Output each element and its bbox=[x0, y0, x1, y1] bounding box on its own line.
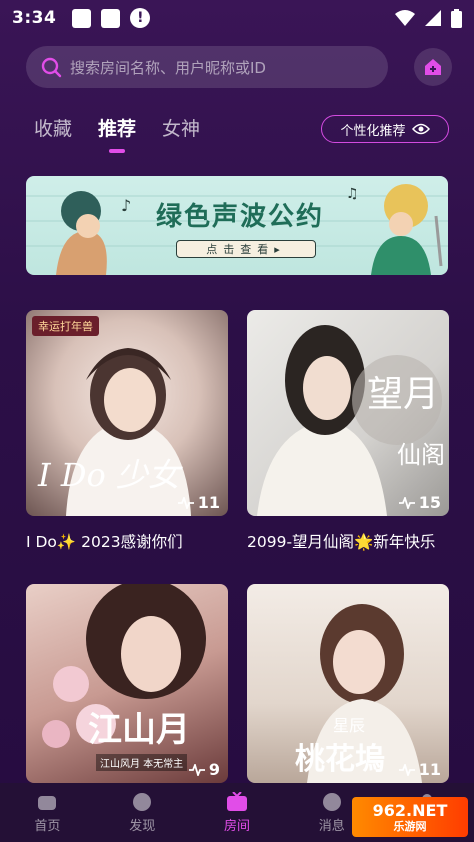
tv-icon bbox=[226, 791, 247, 811]
create-room-button[interactable] bbox=[414, 48, 452, 86]
listener-count: 11 bbox=[398, 760, 441, 779]
discover-icon bbox=[133, 792, 152, 811]
cover-overlay-subtext: 江山风月 本无常主 bbox=[96, 754, 188, 771]
audio-wave-icon bbox=[177, 496, 194, 509]
alert-icon: ! bbox=[130, 8, 151, 28]
listener-count: 11 bbox=[177, 493, 220, 512]
search-row: 搜索房间名称、用户昵称或ID bbox=[26, 46, 452, 88]
status-time: 3:34 bbox=[12, 8, 57, 28]
status-bar: 3:34 ! bbox=[0, 0, 474, 36]
personalized-recommend-button[interactable]: 个性化推荐 bbox=[321, 115, 449, 143]
room-cover: 幸运打年兽 I Do 少女 11 bbox=[26, 310, 228, 516]
wifi-icon bbox=[395, 10, 415, 26]
nav-rooms[interactable]: 房间 bbox=[224, 791, 250, 834]
nav-home[interactable]: 首页 bbox=[34, 792, 60, 834]
nav-discover[interactable]: 发现 bbox=[129, 792, 155, 834]
tab-recommended[interactable]: 推荐 bbox=[98, 114, 136, 153]
listener-count: 15 bbox=[398, 493, 441, 512]
cover-overlay-subtext: 星辰 bbox=[333, 716, 366, 735]
banner-cta-button[interactable]: 点击查看 ▸ bbox=[176, 240, 316, 258]
event-badge: 幸运打年兽 bbox=[32, 316, 99, 336]
svg-text:♪: ♪ bbox=[121, 196, 131, 215]
banner-title: 绿色声波公约 bbox=[156, 202, 325, 232]
notification-icon bbox=[72, 8, 92, 28]
signal-icon bbox=[425, 10, 441, 26]
search-icon bbox=[41, 57, 62, 78]
listener-count: 9 bbox=[188, 760, 220, 779]
message-icon bbox=[322, 792, 341, 811]
cover-overlay-text: I Do 少女 bbox=[38, 456, 180, 494]
notification-icon bbox=[101, 8, 121, 28]
tab-favorites[interactable]: 收藏 bbox=[34, 114, 72, 141]
cover-overlay-text: 桃花塢 bbox=[295, 742, 385, 777]
tab-bar: 收藏 推荐 女神 bbox=[34, 114, 200, 153]
nav-messages[interactable]: 消息 bbox=[319, 792, 345, 834]
personalized-label: 个性化推荐 bbox=[340, 123, 406, 139]
room-cover: 望月 仙阁 15 bbox=[247, 310, 449, 516]
room-cover: 江山月 江山风月 本无常主 9 bbox=[26, 584, 228, 783]
audio-wave-icon bbox=[188, 763, 205, 776]
room-card[interactable]: 幸运打年兽 I Do 少女 11 I Do✨ 2023感谢你们 bbox=[26, 310, 228, 552]
room-card[interactable]: 江山月 江山风月 本无常主 9 bbox=[26, 584, 228, 783]
audio-wave-icon bbox=[398, 763, 415, 776]
cover-overlay-subtext: 仙阁 bbox=[397, 441, 445, 469]
tab-goddess[interactable]: 女神 bbox=[162, 114, 200, 141]
audio-wave-icon bbox=[398, 496, 415, 509]
site-watermark: 962.NET 乐游网 bbox=[352, 797, 468, 837]
room-card[interactable]: 星辰 桃花塢 11 bbox=[247, 584, 449, 783]
room-card[interactable]: 望月 仙阁 15 2099-望月仙阁🌟新年快乐 bbox=[247, 310, 449, 552]
add-home-icon bbox=[425, 59, 441, 75]
home-icon bbox=[38, 795, 57, 810]
eye-icon bbox=[411, 123, 430, 135]
cover-overlay-text: 江山月 bbox=[88, 710, 190, 750]
svg-text:♫: ♫ bbox=[346, 186, 359, 202]
search-placeholder: 搜索房间名称、用户昵称或ID bbox=[70, 58, 266, 77]
room-title: 2099-望月仙阁🌟新年快乐 bbox=[247, 533, 436, 551]
promo-banner[interactable]: ♪ ♫ 绿色声波公约 点击查看 ▸ bbox=[26, 176, 448, 275]
tab-indicator bbox=[109, 149, 126, 153]
room-cover: 星辰 桃花塢 11 bbox=[247, 584, 449, 783]
battery-icon bbox=[451, 8, 462, 28]
cover-overlay-text: 望月 bbox=[367, 374, 440, 415]
search-input[interactable]: 搜索房间名称、用户昵称或ID bbox=[26, 46, 388, 88]
room-title: I Do✨ 2023感谢你们 bbox=[26, 533, 183, 551]
